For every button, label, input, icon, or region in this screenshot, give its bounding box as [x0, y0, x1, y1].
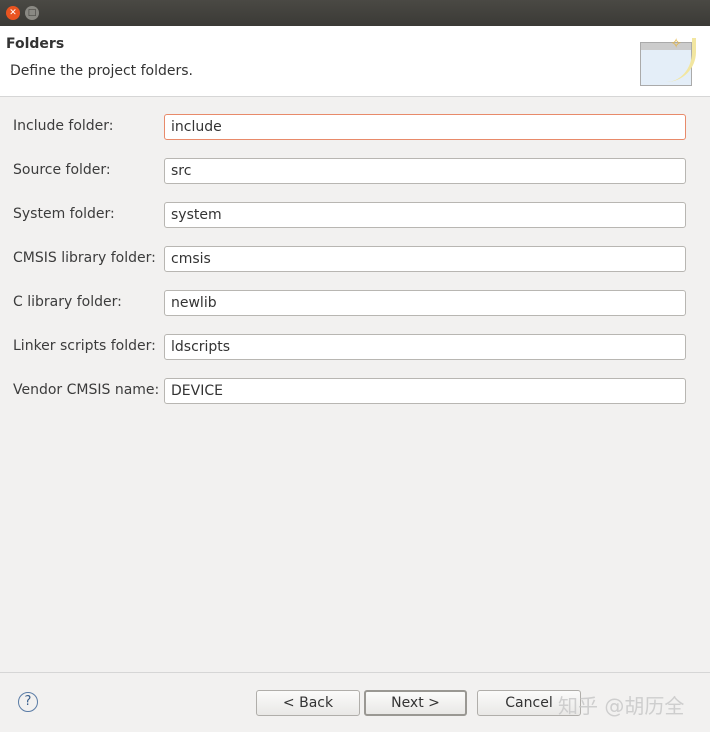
wizard-header: Folders Define the project folders. ✧	[0, 26, 710, 97]
field-clib: C library folder:	[0, 290, 710, 316]
page-title: Folders	[6, 36, 65, 52]
cmsis-library-folder-input[interactable]	[164, 246, 686, 272]
field-include: Include folder:	[0, 114, 710, 140]
include-folder-input[interactable]	[164, 114, 686, 140]
field-label: Vendor CMSIS name:	[13, 382, 160, 398]
field-source: Source folder:	[0, 158, 710, 184]
field-linker: Linker scripts folder:	[0, 334, 710, 360]
field-label: Source folder:	[13, 162, 111, 178]
footer-divider	[0, 672, 710, 673]
c-library-folder-input[interactable]	[164, 290, 686, 316]
watermark: 知乎 @胡历全	[558, 694, 685, 718]
system-folder-input[interactable]	[164, 202, 686, 228]
field-label: Include folder:	[13, 118, 114, 134]
linker-scripts-folder-input[interactable]	[164, 334, 686, 360]
title-bar: ✕ □	[0, 0, 710, 26]
page-description: Define the project folders.	[10, 63, 193, 79]
sparkle-icon: ✧	[670, 36, 682, 52]
field-system: System folder:	[0, 202, 710, 228]
field-label: CMSIS library folder:	[13, 250, 156, 266]
field-label: Linker scripts folder:	[13, 338, 156, 354]
source-folder-input[interactable]	[164, 158, 686, 184]
help-icon[interactable]: ?	[18, 692, 38, 712]
field-label: System folder:	[13, 206, 115, 222]
field-cmsis: CMSIS library folder:	[0, 246, 710, 272]
next-button[interactable]: Next >	[364, 690, 467, 716]
maximize-icon[interactable]: □	[25, 6, 39, 20]
field-vendor: Vendor CMSIS name:	[0, 378, 710, 404]
back-button[interactable]: < Back	[256, 690, 360, 716]
close-icon[interactable]: ✕	[6, 6, 20, 20]
vendor-cmsis-name-input[interactable]	[164, 378, 686, 404]
field-label: C library folder:	[13, 294, 122, 310]
